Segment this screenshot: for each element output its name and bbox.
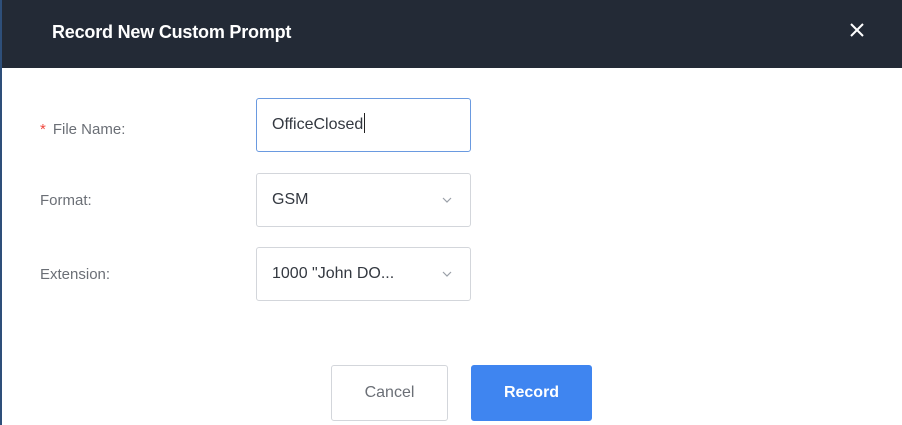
extension-selected-value: 1000 "John DO... — [272, 265, 395, 282]
cancel-button[interactable]: Cancel — [331, 365, 448, 421]
format-label: Format: — [40, 192, 92, 209]
record-prompt-dialog: Record New Custom Prompt * File Name: Off… — [0, 0, 902, 425]
record-button[interactable]: Record — [471, 365, 592, 421]
chevron-down-icon — [442, 197, 452, 203]
format-select[interactable]: GSM — [256, 173, 471, 227]
extension-select[interactable]: 1000 "John DO... — [256, 247, 471, 301]
dialog-title: Record New Custom Prompt — [52, 22, 292, 42]
format-selected-value: GSM — [272, 191, 309, 208]
chevron-down-icon — [442, 271, 452, 277]
file-name-label-text: File Name: — [52, 121, 126, 138]
file-name-input[interactable]: OfficeClosed — [256, 98, 471, 152]
text-caret — [364, 113, 366, 133]
dialog-header: Record New Custom Prompt — [2, 0, 902, 68]
file-name-value: OfficeClosed — [272, 99, 366, 151]
extension-label: Extension: — [40, 266, 111, 283]
file-name-label: * File Name: — [40, 120, 125, 140]
required-marker: * — [40, 121, 46, 138]
close-icon[interactable] — [845, 18, 869, 42]
